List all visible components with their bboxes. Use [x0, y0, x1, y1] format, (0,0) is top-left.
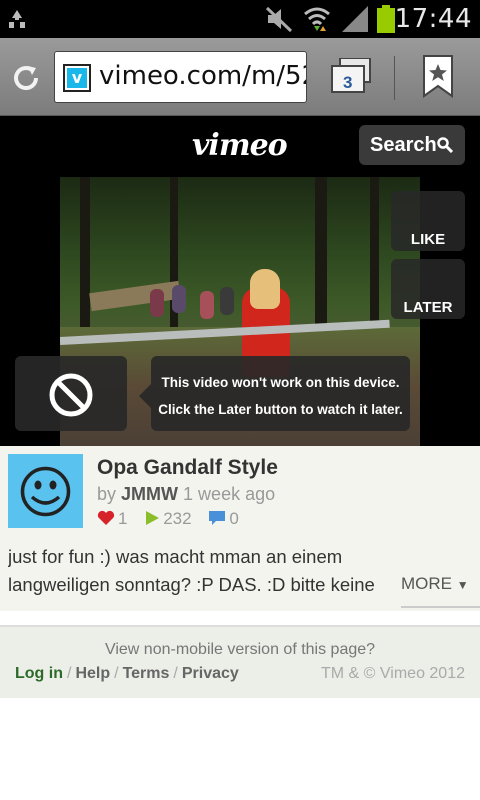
message-line-1: This video won't work on this device.	[161, 375, 400, 390]
message-line-2: Click the Later button to watch it later…	[158, 402, 403, 417]
video-info: Opa Gandalf Style by JMMW 1 week ago 1 2…	[0, 446, 480, 611]
recycle-icon	[9, 10, 25, 28]
footer: View non-mobile version of this page? Lo…	[0, 625, 480, 698]
login-link[interactable]: Log in	[15, 665, 63, 682]
copyright: TM & © Vimeo 2012	[321, 665, 465, 682]
later-button[interactable]: LATER	[391, 259, 465, 319]
vimeo-favicon-icon: v	[63, 64, 91, 92]
search-label: Search	[370, 134, 437, 156]
toolbar-divider	[394, 56, 395, 100]
privacy-link[interactable]: Privacy	[182, 665, 239, 682]
upload-age: 1 week ago	[183, 484, 276, 504]
footer-links: Log in / Help / Terms / Privacy	[15, 665, 239, 683]
search-button[interactable]: Search	[359, 125, 465, 165]
battery-icon	[377, 5, 395, 33]
signal-icon	[342, 6, 368, 32]
unsupported-indicator	[15, 356, 127, 431]
unsupported-message: This video won't work on this device. Cl…	[139, 356, 410, 431]
likes-stat: 1	[97, 509, 127, 529]
like-button[interactable]: LIKE	[391, 191, 465, 251]
more-label: MORE	[401, 574, 452, 593]
heart-icon	[97, 510, 115, 525]
more-button[interactable]: MORE ▼	[401, 574, 469, 594]
mute-icon	[265, 6, 293, 33]
video-title: Opa Gandalf Style	[97, 456, 278, 479]
url-field[interactable]: v vimeo.com/m/52	[54, 51, 307, 103]
browser-toolbar: v vimeo.com/m/52 3	[0, 38, 480, 116]
link-separator: /	[173, 665, 178, 682]
more-divider	[401, 606, 480, 608]
vimeo-logo[interactable]: vimeo	[192, 128, 288, 163]
tab-count: 3	[343, 73, 352, 92]
status-bar: 17:44	[0, 0, 480, 38]
non-mobile-link[interactable]: View non-mobile version of this page?	[0, 641, 480, 659]
bookmark-icon[interactable]	[418, 54, 458, 100]
help-link[interactable]: Help	[75, 665, 110, 682]
play-icon	[146, 511, 160, 525]
comments-stat: 0	[208, 509, 239, 529]
caret-down-icon: ▼	[456, 578, 469, 592]
url-text: vimeo.com/m/52	[99, 61, 307, 91]
prohibited-icon	[49, 373, 93, 417]
byline: by JMMW 1 week ago	[97, 484, 275, 505]
plays-stat: 232	[144, 509, 192, 529]
vimeo-header: vimeo Search LIKE LATER This video won't…	[0, 116, 480, 446]
avatar[interactable]	[8, 454, 83, 528]
wifi-icon	[304, 7, 330, 31]
plays-count: 232	[163, 509, 192, 528]
video-description: just for fun :) was macht mman an einem …	[8, 546, 375, 595]
comments-count: 0	[229, 509, 239, 528]
tabs-icon[interactable]: 3	[330, 58, 374, 94]
link-separator: /	[114, 665, 119, 682]
terms-link[interactable]: Terms	[123, 665, 170, 682]
by-label: by	[97, 484, 117, 504]
refresh-icon[interactable]	[10, 62, 42, 94]
comment-icon	[209, 511, 226, 525]
search-icon	[437, 137, 453, 153]
smiley-face-icon	[20, 466, 71, 517]
author-link[interactable]: JMMW	[121, 484, 178, 504]
video-stats: 1 232 0	[97, 509, 251, 529]
clock: 17:44	[394, 4, 472, 34]
link-separator: /	[66, 665, 72, 682]
likes-count: 1	[118, 509, 128, 528]
